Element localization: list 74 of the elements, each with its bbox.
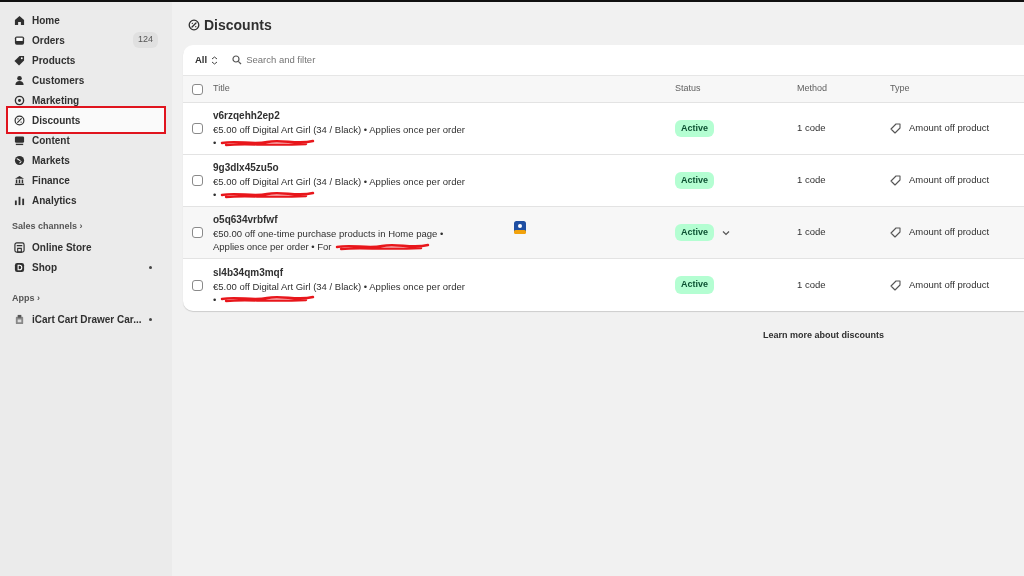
column-header[interactable]: Status xyxy=(675,82,797,96)
table-row[interactable]: v6rzqehh2ep2 €5.00 off Digital Art Girl (34 / Black) • Applies once per order • Active 1 code Amount off product xyxy=(183,103,1024,155)
tag-icon xyxy=(14,54,25,66)
method-text: 1 code xyxy=(797,277,827,292)
sidebar-item[interactable]: Orders 124 xyxy=(6,30,166,50)
count-badge: 124 xyxy=(132,32,158,48)
type-text: Amount off product xyxy=(909,173,990,188)
type-text: Amount off product xyxy=(909,277,990,292)
target-icon xyxy=(14,94,25,106)
person-icon xyxy=(14,74,25,86)
column-header[interactable]: Type xyxy=(890,82,1024,96)
tag-icon xyxy=(890,279,901,291)
bank-icon xyxy=(14,174,25,186)
checkbox[interactable] xyxy=(192,279,203,291)
summary-line: €50.00 off one-time purchase products in Home page • xyxy=(213,227,444,240)
discount-code: sl4b34qm3mqf xyxy=(213,265,285,280)
summary-line: Applies once per order • For xyxy=(213,240,332,253)
section-heading[interactable]: Sales channels › xyxy=(6,220,166,234)
tag-icon xyxy=(890,123,901,134)
sidebar-item[interactable]: Products xyxy=(6,50,166,70)
learn-more-link[interactable]: Learn more about discounts xyxy=(763,330,884,340)
sidebar-item[interactable]: Discounts xyxy=(6,106,166,134)
checkbox[interactable] xyxy=(192,83,203,95)
bar-chart-icon xyxy=(14,194,25,206)
table-row[interactable]: sl4b34qm3mqf €5.00 off Digital Art Girl (34 / Black) • Applies once per order • Active 1 code Amount off product xyxy=(183,259,1024,311)
view-select[interactable]: All xyxy=(195,52,219,68)
type-text: Amount off product xyxy=(909,225,990,240)
sidebar-item[interactable]: Customers xyxy=(6,70,166,90)
column-header[interactable]: Title xyxy=(213,82,675,96)
column-header[interactable]: Method xyxy=(797,82,890,96)
home-icon xyxy=(14,14,25,26)
checkbox[interactable] xyxy=(192,227,203,238)
summary-line: €5.00 off Digital Art Girl (34 / Black) • Applies once per order xyxy=(213,123,465,136)
discount-code: v6rzqehh2ep2 xyxy=(213,109,281,123)
search-icon xyxy=(232,55,243,65)
sort-icon xyxy=(211,55,219,65)
status-badge: Active xyxy=(675,276,714,294)
sidebar-item[interactable]: iCart Cart Drawer Car... xyxy=(6,309,166,329)
sidebar-item[interactable]: Finance xyxy=(6,170,166,190)
summary-line: • xyxy=(213,136,217,149)
checkbox[interactable] xyxy=(192,175,203,186)
discount-code: o5q634vrbfwf xyxy=(213,213,279,227)
globe-icon xyxy=(14,154,25,166)
store-icon xyxy=(14,242,25,253)
status-badge: Active xyxy=(675,223,714,242)
discount-code: 9g3dlx45zu5o xyxy=(213,161,280,175)
table-row[interactable]: o5q634vrbfwf €50.00 off one-time purchase products in Home page • Applies once per order • For Active 1 code Amount off product xyxy=(183,207,1024,259)
chevron-down-icon[interactable] xyxy=(722,229,730,236)
sidebar-item[interactable]: Home xyxy=(6,10,166,30)
type-text: Amount off product xyxy=(909,121,990,136)
section-heading[interactable]: Apps › xyxy=(6,291,166,305)
sidebar-item[interactable]: Markets xyxy=(6,150,166,170)
summary-line: €5.00 off Digital Art Girl (34 / Black) • Applies once per order xyxy=(213,175,465,188)
status-badge: Active xyxy=(675,119,714,138)
method-text: 1 code xyxy=(797,173,827,188)
tag-icon xyxy=(890,227,901,238)
summary-line: • xyxy=(213,188,217,201)
app-icon xyxy=(14,313,25,325)
discount-icon xyxy=(14,114,25,126)
monitor-icon xyxy=(14,134,25,146)
status-badge: Active xyxy=(675,171,714,190)
method-text: 1 code xyxy=(797,121,827,136)
page-title: Discounts xyxy=(204,15,272,35)
method-text: 1 code xyxy=(797,225,827,240)
sidebar-item[interactable]: Online Store xyxy=(6,237,166,258)
summary-line: • xyxy=(213,292,217,306)
shop-icon xyxy=(14,262,25,273)
summary-line: €5.00 off Digital Art Girl (34 / Black) • Applies once per order xyxy=(213,279,465,293)
discount-icon xyxy=(188,19,200,31)
tag-icon xyxy=(890,175,901,186)
checkbox[interactable] xyxy=(192,123,203,134)
inbox-icon xyxy=(14,34,25,46)
sidebar-item[interactable]: Shop xyxy=(6,257,166,278)
sidebar-item[interactable]: Analytics xyxy=(6,190,166,210)
